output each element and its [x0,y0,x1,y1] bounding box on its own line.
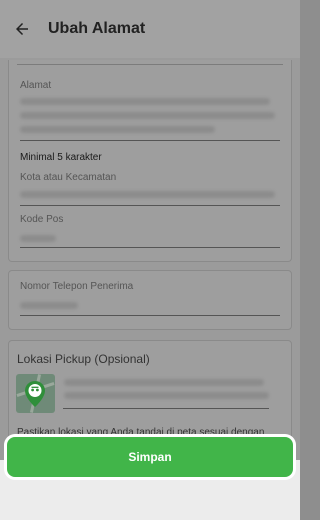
divider [17,64,283,65]
address-underline [20,140,280,141]
phone-underline [20,315,280,316]
app-header: Ubah Alamat [0,0,300,58]
postal-code-label: Kode Pos [20,214,64,225]
address-hint: Minimal 5 karakter [20,152,102,163]
back-button[interactable] [0,0,44,58]
save-button[interactable]: Simpan [7,437,293,477]
map-thumbnail[interactable] [16,374,55,413]
phone-label: Nomor Telepon Penerima [20,281,134,292]
city-label: Kota atau Kecamatan [20,172,117,183]
arrow-left-icon [16,23,28,35]
app-screen: Ubah Alamat Alamat Minimal 5 karakter Ko… [0,0,300,520]
address-card: Alamat Minimal 5 karakter Kota atau Keca… [8,60,292,262]
city-underline [20,205,280,206]
pickup-underline [63,408,269,409]
pickup-title: Lokasi Pickup (Opsional) [17,352,150,366]
map-pin-icon [25,381,45,407]
address-label: Alamat [20,80,52,91]
postal-code-underline [20,247,280,248]
page-title: Ubah Alamat [48,20,146,37]
phone-card: Nomor Telepon Penerima [8,270,292,330]
